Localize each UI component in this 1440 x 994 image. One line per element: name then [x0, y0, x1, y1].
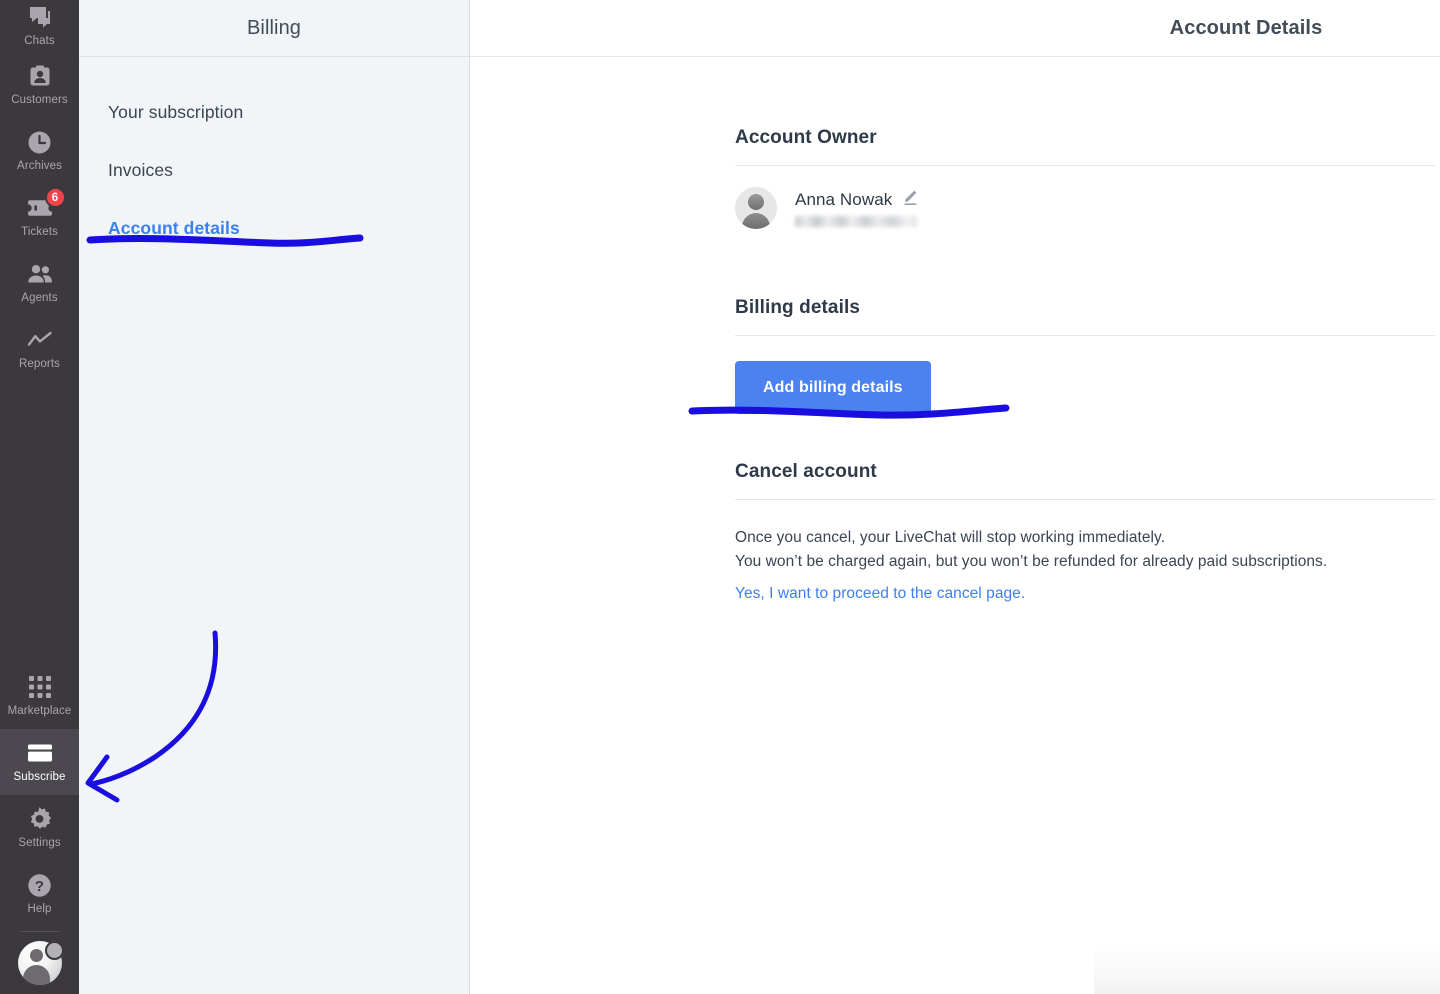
cancel-account-line-2: You won’t be charged again, but you won’… [735, 553, 1328, 570]
bottom-shadow-strip [1094, 946, 1440, 994]
nav-item-tickets[interactable]: 6 Tickets [0, 184, 79, 250]
main-content: Account Details Account Owner Anna Nowak [470, 0, 1440, 994]
account-owner-name: Anna Nowak [795, 190, 893, 209]
content-column: Account Owner Anna Nowak Billing details… [735, 127, 1435, 603]
reports-icon [27, 327, 53, 353]
nav-label-subscribe: Subscribe [13, 771, 66, 783]
archives-icon [27, 129, 53, 155]
section-rule-cancel-account [735, 499, 1435, 500]
account-owner-email [795, 216, 917, 227]
nav-item-settings[interactable]: Settings [0, 795, 79, 861]
section-title-account-owner: Account Owner [735, 127, 877, 148]
nav-label-archives: Archives [17, 160, 62, 172]
billing-panel: Billing Your subscription Invoices Accou… [79, 0, 470, 994]
credit-card-icon [27, 740, 53, 766]
nav-item-marketplace[interactable]: Marketplace [0, 663, 79, 729]
customers-icon [27, 63, 53, 89]
tickets-icon: 6 [27, 187, 66, 221]
nav-label-tickets: Tickets [21, 226, 58, 238]
user-avatar-button[interactable] [0, 932, 79, 994]
billing-link-account-details[interactable]: Account details [79, 199, 469, 257]
cancel-account-link[interactable]: Yes, I want to proceed to the cancel pag… [735, 585, 1025, 603]
left-nav-rail: Chats Customers Archives 6 Tickets Agent… [0, 0, 79, 994]
nav-label-settings: Settings [18, 837, 61, 849]
nav-item-customers[interactable]: Customers [0, 52, 79, 118]
marketplace-icon [27, 674, 53, 700]
nav-label-customers: Customers [11, 94, 68, 106]
nav-item-subscribe[interactable]: Subscribe [0, 729, 79, 795]
add-billing-details-button[interactable]: Add billing details [735, 361, 931, 414]
section-rule-billing-details [735, 335, 1435, 336]
section-billing-details: Billing details Add billing details [735, 297, 1435, 414]
nav-item-chats[interactable]: Chats [0, 0, 79, 52]
agents-icon [27, 261, 53, 287]
nav-item-reports[interactable]: Reports [0, 316, 79, 382]
person-avatar [735, 187, 777, 229]
section-rule-account-owner [735, 165, 1435, 166]
gear-icon [27, 806, 53, 832]
nav-item-agents[interactable]: Agents [0, 250, 79, 316]
main-body: Account Owner Anna Nowak Billing details… [470, 127, 1440, 603]
nav-label-chats: Chats [24, 35, 55, 47]
page-title: Account Details [1169, 16, 1323, 39]
billing-panel-header: Billing [79, 0, 469, 57]
account-owner-name-row: Anna Nowak [795, 189, 918, 211]
billing-link-invoices[interactable]: Invoices [79, 141, 469, 199]
section-title-cancel-account: Cancel account [735, 461, 877, 482]
nav-label-help: Help [27, 903, 52, 915]
nav-label-agents: Agents [21, 292, 58, 304]
main-header: Account Details [470, 0, 1440, 57]
nav-secondary-group: Marketplace Subscribe Settings ? Help [0, 663, 79, 994]
section-cancel-account: Cancel account Once you cancel, your Liv… [735, 461, 1435, 603]
billing-link-your-subscription[interactable]: Your subscription [79, 83, 469, 141]
section-title-billing-details: Billing details [735, 297, 861, 318]
account-owner-info: Anna Nowak [795, 189, 918, 227]
nav-item-help[interactable]: ? Help [0, 861, 79, 927]
nav-label-reports: Reports [19, 358, 60, 370]
nav-label-marketplace: Marketplace [7, 705, 72, 717]
nav-primary-group: Chats Customers Archives 6 Tickets Agent… [0, 0, 79, 382]
pencil-icon[interactable] [901, 189, 918, 211]
user-status-dot [45, 941, 64, 960]
section-account-owner: Account Owner Anna Nowak [735, 127, 1435, 229]
help-icon: ? [27, 872, 53, 898]
cancel-account-line-1: Once you cancel, your LiveChat will stop… [735, 529, 1166, 546]
svg-text:?: ? [35, 878, 44, 895]
app-root: Chats Customers Archives 6 Tickets Agent… [0, 0, 1440, 994]
account-owner-row: Anna Nowak [735, 187, 1435, 229]
chats-icon [27, 4, 53, 30]
tickets-badge: 6 [44, 187, 66, 208]
billing-nav-list: Your subscription Invoices Account detai… [79, 57, 469, 257]
nav-item-archives[interactable]: Archives [0, 118, 79, 184]
billing-panel-title: Billing [246, 16, 302, 39]
